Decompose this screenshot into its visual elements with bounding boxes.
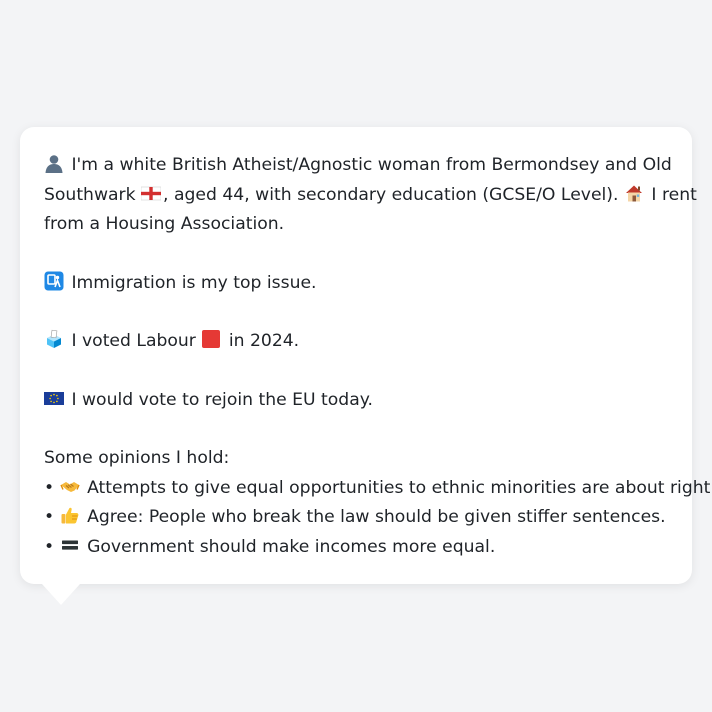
opinion-text: Attempts to give equal opportunities to … [87, 477, 712, 498]
vote-paragraph: I voted Labour in 2024. [44, 327, 668, 357]
handshake-icon [59, 476, 80, 496]
message-bubble: I'm a white British Atheist/Agnostic wom… [20, 127, 712, 584]
opinions-section: Some opinions I hold: • Attempts to give… [44, 444, 712, 563]
bubble-tail [42, 584, 80, 605]
england-flag-icon [141, 183, 162, 203]
opinion-item: • Agree: People who break the law should… [44, 503, 668, 533]
thumbs-up-icon [60, 505, 80, 525]
opinion-text: Government should make incomes more equa… [87, 536, 496, 557]
bullet: • [44, 477, 55, 498]
house-icon [624, 183, 644, 203]
bio-intro-text: I'm a white British Atheist/Agnostic wom… [71, 155, 672, 175]
opinions-heading: Some opinions I hold: [44, 448, 230, 468]
top-issue-text: Immigration is my top issue. [71, 272, 317, 293]
bio-paragraph: I'm a white British Atheist/Agnostic wom… [44, 151, 697, 240]
top-issue-paragraph: Immigration is my top issue. [44, 269, 668, 299]
bullet: • [44, 536, 55, 557]
bio-housing-start-text: I rent [651, 184, 697, 205]
bust-in-silhouette-icon [44, 153, 64, 173]
eu-flag-icon [44, 388, 64, 408]
red-square-icon [201, 329, 221, 349]
bio-housing-end-text: from a Housing Association. [44, 214, 285, 234]
passport-control-icon [44, 271, 64, 291]
equals-sign-icon [60, 535, 80, 555]
bullet: • [44, 507, 55, 527]
opinion-text: Agree: People who break the law should b… [87, 507, 666, 527]
vote-before-text: I voted Labour [71, 331, 196, 351]
vote-after-text: in 2024. [228, 331, 300, 351]
bio-intro-cont2-text: , aged 44, with secondary education (GCS… [163, 184, 619, 205]
eu-paragraph: I would vote to rejoin the EU today. [44, 386, 668, 416]
opinion-item: • Attempts to give equal opportunities t… [44, 474, 712, 504]
eu-text: I would vote to rejoin the EU today. [71, 389, 373, 410]
bio-intro-cont-text: Southwark [44, 184, 136, 205]
ballot-box-icon [44, 329, 64, 349]
opinion-item: • Government should make incomes more eq… [44, 533, 668, 563]
